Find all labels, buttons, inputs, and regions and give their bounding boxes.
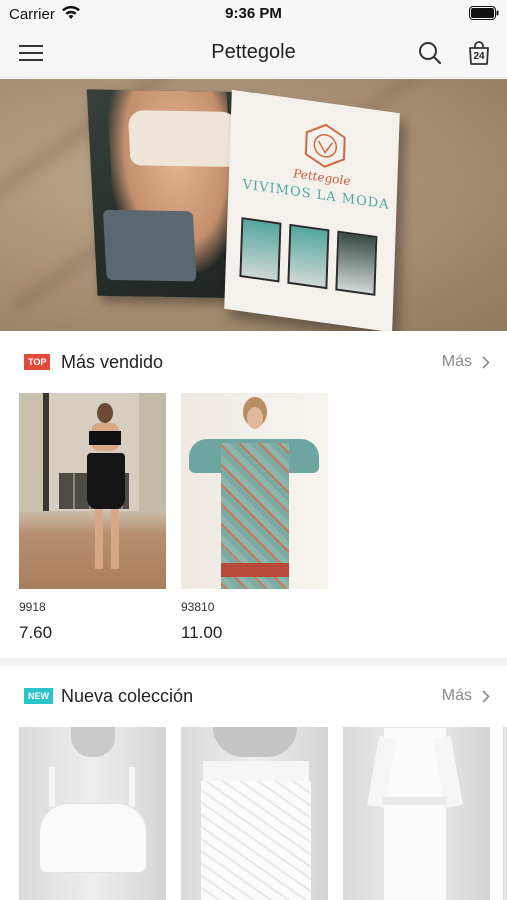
product-card-partial[interactable] xyxy=(503,727,507,900)
product-code: 93810 xyxy=(181,600,215,614)
product-code: 9918 xyxy=(19,600,46,614)
battery-icon xyxy=(469,6,499,20)
section-header: NEW Nueva colección Más xyxy=(0,666,507,726)
section-divider xyxy=(0,658,507,666)
top-badge: TOP xyxy=(24,354,51,370)
status-time: 9:36 PM xyxy=(225,5,282,22)
menu-icon[interactable] xyxy=(18,41,44,65)
chevron-right-icon xyxy=(482,689,490,703)
more-link[interactable]: Más xyxy=(442,687,490,705)
promo-banner[interactable]: Pettegole VIVIMOS LA MODA xyxy=(0,79,507,331)
new-collection-section: NEW Nueva colección Más xyxy=(0,666,507,900)
magazine-page: Pettegole VIVIMOS LA MODA xyxy=(224,89,400,331)
product-card[interactable] xyxy=(181,727,328,900)
section-title: Nueva colección xyxy=(61,686,194,706)
product-card[interactable]: 9918 7.60 xyxy=(19,393,166,642)
product-image xyxy=(343,727,490,900)
top-navigation-bar: Pettegole 24 xyxy=(0,28,507,78)
product-price: 7.60 xyxy=(19,623,53,642)
more-link[interactable]: Más xyxy=(442,353,490,371)
product-image xyxy=(19,727,166,900)
brand-logo-icon xyxy=(304,123,346,168)
shopping-bag-button[interactable]: 24 xyxy=(465,39,493,67)
status-bar: Carrier 9:36 PM xyxy=(0,0,507,28)
product-image xyxy=(181,393,328,589)
new-badge: NEW xyxy=(24,688,53,704)
search-icon[interactable] xyxy=(417,40,443,66)
product-image xyxy=(181,727,328,900)
chevron-right-icon xyxy=(482,355,490,369)
product-card[interactable]: 93810 11.00 xyxy=(181,393,328,642)
section-title: Más vendido xyxy=(61,352,164,372)
product-price: 11.00 xyxy=(181,623,223,642)
product-image xyxy=(19,393,166,589)
more-label: Más xyxy=(441,353,472,370)
more-label: Más xyxy=(441,687,472,704)
cart-count-badge: 24 xyxy=(473,51,485,62)
section-header: TOP Más vendido Más xyxy=(0,332,507,392)
product-card[interactable] xyxy=(343,727,490,900)
product-card[interactable] xyxy=(19,727,166,900)
best-sellers-section: TOP Más vendido Más 9918 7.60 93810 11.0… xyxy=(0,332,507,658)
product-image xyxy=(503,727,507,900)
